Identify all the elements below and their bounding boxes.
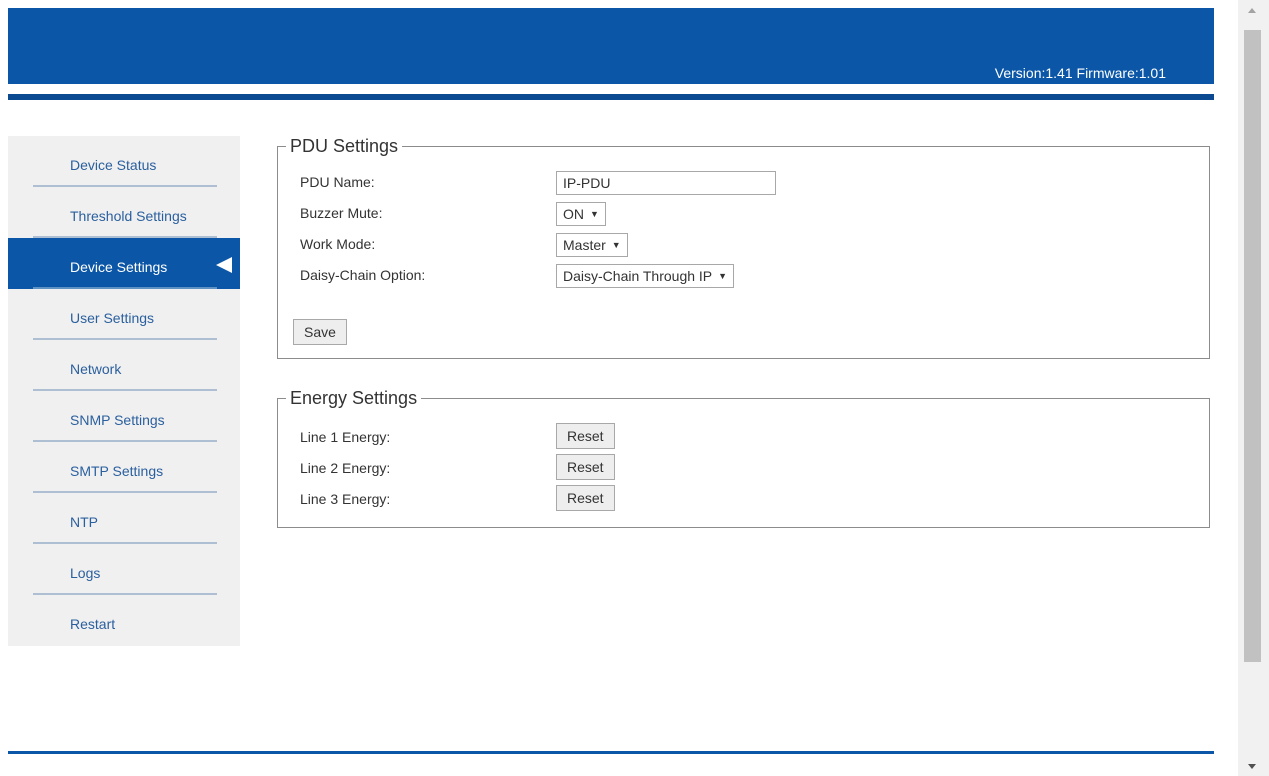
buzzer-mute-value: ON xyxy=(563,206,584,222)
caret-down-icon: ▼ xyxy=(590,209,599,219)
sidebar-item-ntp[interactable]: NTP xyxy=(8,493,240,544)
header-bar: Version:1.41 Firmware:1.01 xyxy=(8,8,1214,84)
buzzer-mute-select[interactable]: ON ▼ xyxy=(556,202,606,226)
caret-down-icon: ▼ xyxy=(611,240,621,250)
line-3-reset-button[interactable]: Reset xyxy=(556,485,615,511)
sidebar-item-restart[interactable]: Restart xyxy=(8,595,240,646)
vertical-scrollbar[interactable] xyxy=(1238,0,1269,776)
line-1-reset-button[interactable]: Reset xyxy=(556,423,615,449)
pdu-name-label: PDU Name: xyxy=(300,174,375,190)
work-mode-value: Master xyxy=(563,237,606,253)
pdu-name-input[interactable] xyxy=(556,171,776,195)
work-mode-select[interactable]: Master ▼ xyxy=(556,233,628,257)
sidebar-item-logs[interactable]: Logs xyxy=(8,544,240,595)
sidebar-item-label: Network xyxy=(70,361,122,377)
line-3-energy-label: Line 3 Energy: xyxy=(300,491,391,507)
version-text: Version:1.41 Firmware:1.01 xyxy=(994,65,1166,81)
sidebar-item-network[interactable]: Network xyxy=(8,340,240,391)
pdu-settings-group: PDU Settings PDU Name: Buzzer Mute: ON▼ … xyxy=(277,136,1210,359)
sidebar-item-label: Device Settings xyxy=(70,259,168,275)
sidebar-item-label: SMTP Settings xyxy=(70,463,164,479)
daisy-chain-value: Daisy-Chain Through IP xyxy=(563,268,713,284)
scroll-down-arrow-icon[interactable] xyxy=(1248,764,1256,769)
scroll-up-arrow-icon[interactable] xyxy=(1248,8,1256,13)
sidebar-item-label: SNMP Settings xyxy=(70,412,165,428)
sidebar-item-label: Restart xyxy=(70,616,116,632)
sidebar-item-threshold-settings[interactable]: Threshold Settings xyxy=(8,187,240,238)
line-2-reset-button[interactable]: Reset xyxy=(556,454,615,480)
sidebar-item-device-settings[interactable]: Device Settings xyxy=(8,238,240,289)
buzzer-mute-label: Buzzer Mute: xyxy=(300,205,383,221)
caret-down-icon: ▼ xyxy=(718,271,728,281)
sidebar: Device Status Threshold Settings Device … xyxy=(8,136,240,646)
sidebar-item-label: Device Status xyxy=(70,157,157,173)
sidebar-item-label: User Settings xyxy=(70,310,155,326)
save-button[interactable]: Save xyxy=(293,319,347,345)
sidebar-item-user-settings[interactable]: User Settings xyxy=(8,289,240,340)
footer-divider xyxy=(8,751,1214,754)
line-2-energy-label: Line 2 Energy: xyxy=(300,460,391,476)
energy-settings-group: Energy Settings Line 1 Energy: Reset Lin… xyxy=(277,388,1210,528)
work-mode-label: Work Mode: xyxy=(300,236,376,252)
sidebar-item-label: Logs xyxy=(70,565,101,581)
daisy-chain-select[interactable]: Daisy-Chain Through IP ▼ xyxy=(556,264,735,288)
energy-settings-legend: Energy Settings xyxy=(286,388,422,408)
sidebar-item-smtp-settings[interactable]: SMTP Settings xyxy=(8,442,240,493)
line-1-energy-label: Line 1 Energy: xyxy=(300,429,391,445)
sidebar-item-device-status[interactable]: Device Status xyxy=(8,136,240,187)
pdu-settings-legend: PDU Settings xyxy=(286,136,403,156)
sidebar-item-label: NTP xyxy=(70,514,98,530)
page: Version:1.41 Firmware:1.01 Device Status… xyxy=(0,0,1238,776)
triangle-left-icon xyxy=(216,257,232,273)
header-divider xyxy=(8,94,1214,100)
daisy-chain-label: Daisy-Chain Option: xyxy=(300,267,426,283)
sidebar-item-snmp-settings[interactable]: SNMP Settings xyxy=(8,391,240,442)
scrollbar-thumb[interactable] xyxy=(1244,30,1261,662)
sidebar-item-label: Threshold Settings xyxy=(70,208,187,224)
